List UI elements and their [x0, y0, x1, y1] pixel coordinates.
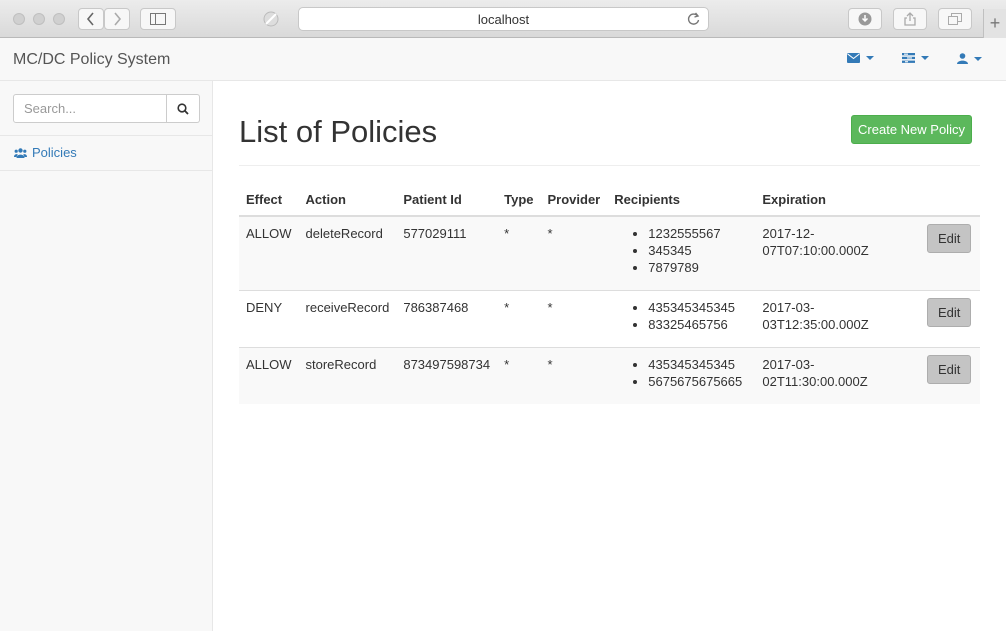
- header-divider: [239, 165, 980, 166]
- app-navbar: MC/DC Policy System: [0, 38, 1006, 81]
- edit-button[interactable]: Edit: [927, 354, 972, 384]
- cell-edit: Edit: [920, 215, 980, 290]
- recipients-list: 435345345345 5675675675665: [614, 356, 748, 390]
- recipient-item: 345345: [648, 242, 748, 259]
- column-header-action: Action: [298, 184, 397, 217]
- cell-recipients: 435345345345 5675675675665: [607, 346, 756, 404]
- sidebar-item-policies[interactable]: Policies: [14, 145, 77, 160]
- cell-effect: ALLOW: [239, 346, 299, 404]
- search-button[interactable]: [167, 94, 200, 123]
- url-text: localhost: [477, 11, 530, 27]
- share-icon: [904, 12, 916, 26]
- edit-button[interactable]: Edit: [927, 224, 972, 253]
- recipient-item: 5675675675665: [648, 373, 748, 390]
- tasks-dropdown[interactable]: [902, 53, 929, 63]
- address-bar[interactable]: localhost: [298, 7, 709, 31]
- column-header-effect: Effect: [239, 184, 299, 217]
- recipient-item: 1232555567: [648, 225, 748, 242]
- user-icon: [957, 53, 968, 64]
- create-new-policy-button[interactable]: Create New Policy: [851, 115, 972, 144]
- cell-recipients: 435345345345 83325465756: [607, 289, 756, 347]
- window-zoom-dot[interactable]: [53, 13, 65, 25]
- downloads-button[interactable]: [848, 8, 882, 30]
- tasks-icon: [902, 53, 915, 63]
- sidebar-search: [13, 94, 200, 123]
- cell-recipients: 1232555567 345345 7879789: [607, 215, 756, 290]
- table-row: ALLOW storeRecord 873497598734 * * 43534…: [239, 346, 980, 404]
- new-tab-button[interactable]: +: [983, 9, 1006, 38]
- column-header-patient-id: Patient Id: [396, 184, 498, 217]
- sidebar-item-label: Policies: [32, 145, 77, 160]
- reload-icon[interactable]: [687, 12, 700, 29]
- cell-type: *: [497, 346, 541, 404]
- cell-edit: Edit: [920, 346, 980, 404]
- column-header-recipients: Recipients: [607, 184, 756, 217]
- chevron-right-icon: [114, 12, 122, 26]
- caret-down-icon: [921, 56, 929, 60]
- edit-button[interactable]: Edit: [927, 297, 972, 327]
- column-header-actions: [920, 184, 980, 217]
- policies-table: Effect Action Patient Id Type Provider R…: [239, 184, 980, 404]
- messages-dropdown[interactable]: [847, 53, 874, 63]
- privacy-button[interactable]: [255, 8, 287, 30]
- sidebar-icon: [150, 13, 166, 25]
- page-title: List of Policies: [239, 114, 438, 149]
- table-row: DENY receiveRecord 786387468 * * 4353453…: [239, 289, 980, 347]
- chevron-left-icon: [86, 12, 94, 26]
- brand-title[interactable]: MC/DC Policy System: [13, 51, 170, 69]
- cell-provider: *: [540, 289, 608, 347]
- cell-provider: *: [540, 346, 608, 404]
- sidebar: Policies: [0, 81, 213, 631]
- search-icon: [177, 102, 189, 115]
- cell-action: receiveRecord: [298, 289, 397, 347]
- cell-expiration: 2017-03-02T11:30:00.000Z: [755, 346, 921, 404]
- tabs-overview-button[interactable]: [938, 8, 972, 30]
- user-dropdown[interactable]: [957, 53, 982, 64]
- cell-effect: ALLOW: [239, 215, 299, 290]
- cell-expiration: 2017-12-07T07:10:00.000Z: [755, 215, 921, 290]
- recipient-item: 435345345345: [648, 299, 748, 316]
- column-header-provider: Provider: [540, 184, 608, 217]
- recipients-list: 1232555567 345345 7879789: [614, 225, 748, 276]
- recipient-item: 435345345345: [648, 356, 748, 373]
- blocked-icon: [263, 11, 279, 27]
- recipient-item: 83325465756: [648, 316, 748, 333]
- browser-toolbar: localhost +: [0, 0, 1006, 38]
- caret-down-icon: [866, 56, 874, 60]
- users-icon: [14, 147, 27, 158]
- sidebar-divider: [0, 135, 212, 136]
- window-minimize-dot[interactable]: [33, 13, 45, 25]
- column-header-type: Type: [497, 184, 541, 217]
- table-header-row: Effect Action Patient Id Type Provider R…: [239, 184, 980, 217]
- cell-edit: Edit: [920, 289, 980, 347]
- cell-patient-id: 577029111: [396, 215, 498, 290]
- window-close-dot[interactable]: [13, 13, 25, 25]
- tabs-icon: [948, 13, 962, 25]
- forward-button[interactable]: [104, 8, 130, 30]
- cell-action: deleteRecord: [298, 215, 397, 290]
- share-button[interactable]: [893, 8, 927, 30]
- cell-provider: *: [540, 215, 608, 290]
- caret-down-icon: [974, 56, 982, 61]
- sidebar-toggle-button[interactable]: [140, 8, 176, 30]
- recipient-item: 7879789: [648, 259, 748, 276]
- search-input[interactable]: [13, 94, 167, 123]
- plus-icon: +: [989, 13, 1001, 33]
- envelope-icon: [847, 53, 860, 63]
- cell-expiration: 2017-03-03T12:35:00.000Z: [755, 289, 921, 347]
- cell-effect: DENY: [239, 289, 299, 347]
- cell-action: storeRecord: [298, 346, 397, 404]
- download-icon: [858, 12, 872, 26]
- column-header-expiration: Expiration: [755, 184, 921, 217]
- table-row: ALLOW deleteRecord 577029111 * * 1232555…: [239, 215, 980, 290]
- cell-type: *: [497, 215, 541, 290]
- recipients-list: 435345345345 83325465756: [614, 299, 748, 333]
- cell-patient-id: 873497598734: [396, 346, 498, 404]
- back-button[interactable]: [78, 8, 104, 30]
- sidebar-divider: [0, 170, 212, 171]
- cell-patient-id: 786387468: [396, 289, 498, 347]
- cell-type: *: [497, 289, 541, 347]
